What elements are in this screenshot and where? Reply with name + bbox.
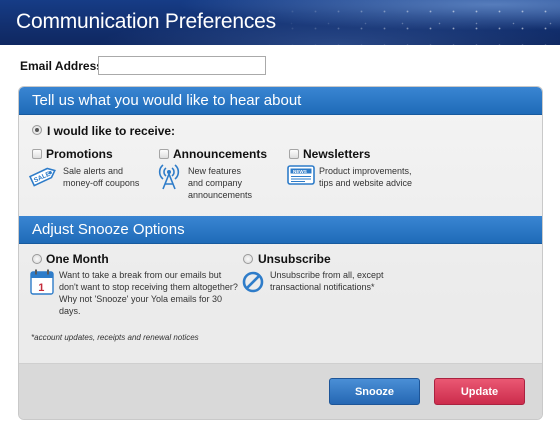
svg-text:1: 1 <box>38 282 44 294</box>
receive-section-heading: Tell us what you would like to hear abou… <box>19 87 542 115</box>
sale-tag-icon: SALE <box>28 167 56 187</box>
promotions-label: Promotions <box>46 147 113 161</box>
announcements-checkbox[interactable] <box>159 149 169 159</box>
email-label: Email Address: <box>20 59 107 73</box>
promotions-checkbox[interactable] <box>32 149 42 159</box>
newspaper-icon: NEWS <box>287 165 315 185</box>
one-month-label: One Month <box>46 252 109 266</box>
one-month-radio[interactable] <box>32 254 42 264</box>
promotions-description: Sale alerts and money-off coupons <box>63 166 140 188</box>
page-title: Communication Preferences <box>16 10 276 33</box>
snooze-button[interactable]: Snooze <box>329 378 420 405</box>
receive-radio[interactable] <box>32 125 42 135</box>
calendar-icon: 1 <box>30 269 54 295</box>
receive-option-label: I would like to receive: <box>47 124 176 138</box>
snooze-section-heading: Adjust Snooze Options <box>19 216 542 244</box>
footnote: *account updates, receipts and renewal n… <box>31 333 199 342</box>
broadcast-tower-icon <box>158 164 180 190</box>
newsletters-checkbox[interactable] <box>289 149 299 159</box>
announcements-label: Announcements <box>173 147 268 161</box>
one-month-description: Want to take a break from our emails but… <box>59 270 238 316</box>
page-header-banner: Communication Preferences <box>0 0 560 45</box>
update-button[interactable]: Update <box>434 378 525 405</box>
announcements-description: New features and company announcements <box>188 166 253 200</box>
unsubscribe-label: Unsubscribe <box>258 252 331 266</box>
newsletters-label: Newsletters <box>303 147 371 161</box>
newsletters-description: Product improvements, tips and website a… <box>319 166 413 188</box>
preferences-panel: Tell us what you would like to hear abou… <box>18 86 543 420</box>
svg-text:NEWS: NEWS <box>293 169 307 174</box>
email-input[interactable] <box>98 56 266 75</box>
unsubscribe-description: Unsubscribe from all, except transaction… <box>270 270 384 292</box>
unsubscribe-radio[interactable] <box>243 254 253 264</box>
no-entry-icon <box>242 271 264 293</box>
